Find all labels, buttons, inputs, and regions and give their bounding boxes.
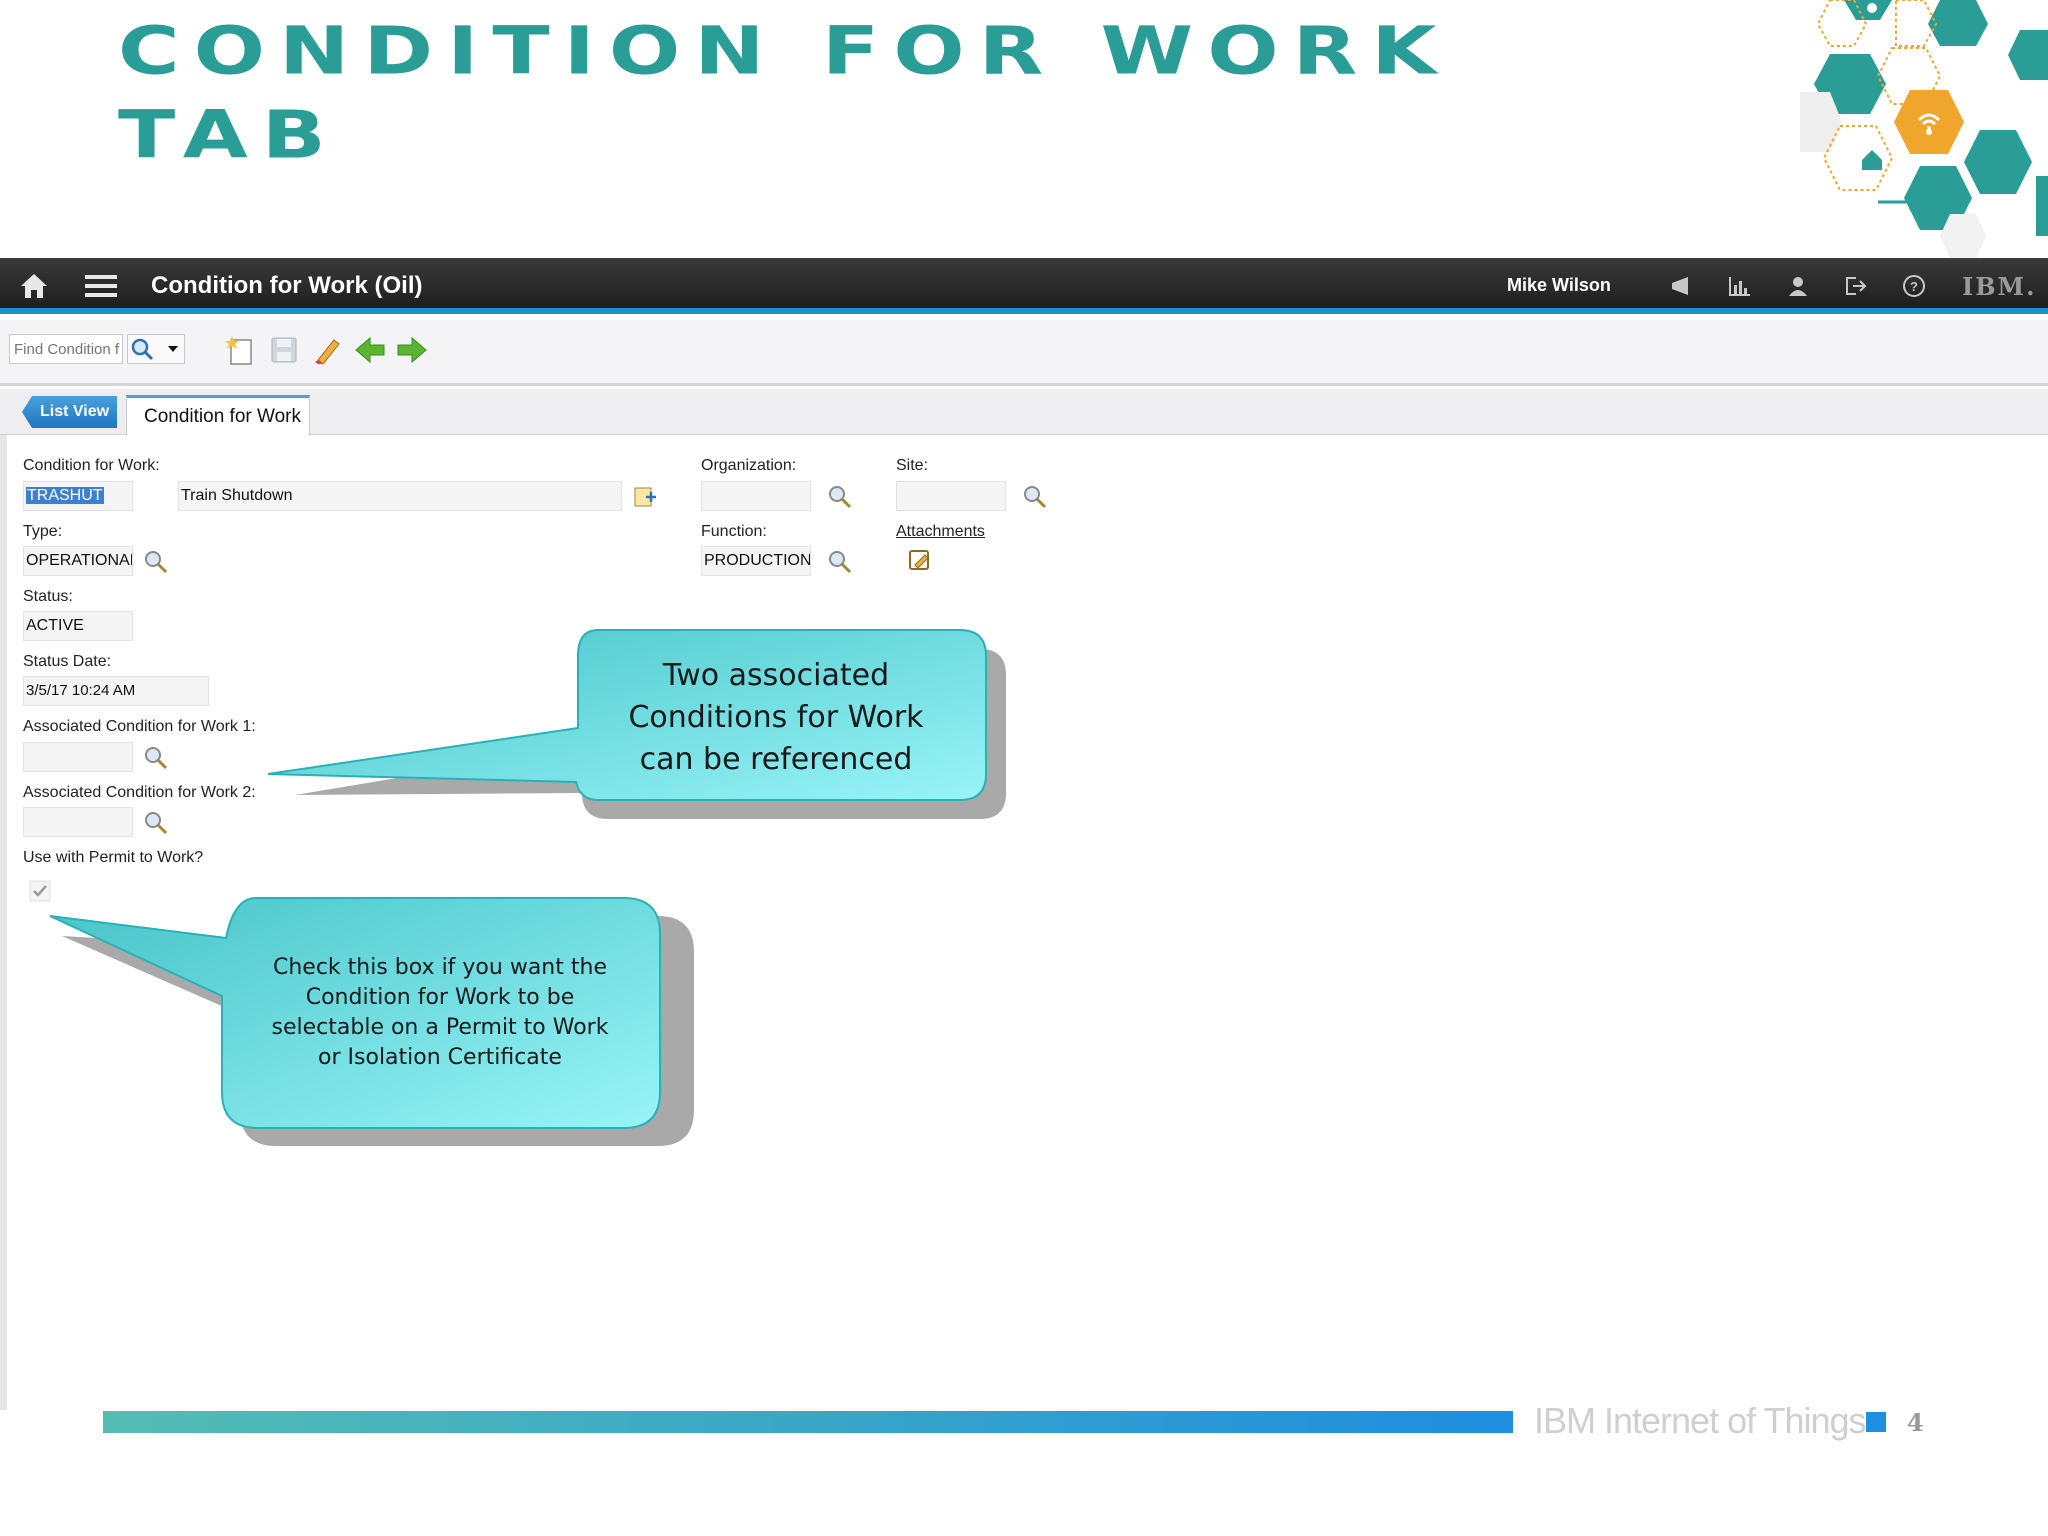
- gear-icon: [1867, 3, 1877, 13]
- slide-title-line-1: Condition for Work: [118, 12, 1451, 89]
- long-description-icon[interactable]: [632, 483, 658, 509]
- callout-2-line: selectable on a Permit to Work: [271, 1015, 609, 1040]
- site-search-icon[interactable]: [1022, 484, 1048, 510]
- organization-field[interactable]: [701, 481, 811, 511]
- callout-1-line: Two associated: [662, 658, 890, 693]
- organization-search-icon[interactable]: [827, 484, 853, 510]
- tab-list-view[interactable]: List View: [22, 396, 118, 428]
- footer-brand-text: IBM Internet of Things: [1534, 1400, 1867, 1441]
- slide-title-line-2: Tab: [118, 96, 340, 173]
- condition-description-field[interactable]: Train Shutdown: [178, 481, 622, 511]
- laptop-icon: [1984, 64, 2012, 84]
- find-condition-input[interactable]: [9, 334, 123, 364]
- find-button[interactable]: [127, 334, 185, 364]
- callout-2-line: Check this box if you want the: [273, 955, 607, 980]
- clear-changes-icon[interactable]: [312, 334, 344, 366]
- assoc-cfw-1-search-icon[interactable]: [143, 745, 169, 771]
- condition-for-work-label: Condition for Work:: [23, 457, 160, 474]
- app-header: Condition for Work (Oil) Mike Wilson ? I…: [0, 258, 2048, 314]
- reports-icon[interactable]: [1726, 270, 1754, 302]
- tab-bar: List View Condition for Work: [0, 389, 2048, 436]
- condition-for-work-form: Condition for Work: TRASHUT Train Shutdo…: [0, 435, 2048, 1410]
- permit-to-work-label: Use with Permit to Work?: [23, 849, 204, 866]
- assoc-cfw-2-search-icon[interactable]: [143, 810, 169, 836]
- search-icon: [131, 338, 178, 361]
- type-label: Type:: [23, 523, 63, 540]
- type-search-icon[interactable]: [143, 549, 169, 575]
- user-name: Mike Wilson: [1507, 275, 1611, 295]
- assoc-cfw-1-field[interactable]: [23, 742, 133, 772]
- sign-out-icon[interactable]: [1842, 270, 1870, 302]
- condition-for-work-value: TRASHUT: [26, 487, 104, 504]
- svg-text:?: ?: [1910, 279, 1918, 294]
- status-date-field[interactable]: 3/5/17 10:24 AM: [23, 676, 209, 706]
- status-label: Status:: [23, 588, 73, 605]
- slide-title: Condition for Work Tab: [118, 18, 1518, 186]
- callout-2-line: or Isolation Certificate: [318, 1045, 562, 1070]
- previous-record-icon[interactable]: [354, 334, 386, 366]
- function-search-icon[interactable]: [827, 549, 853, 575]
- page-number: 4: [1907, 1408, 1924, 1437]
- new-record-icon[interactable]: [224, 334, 256, 366]
- type-field[interactable]: OPERATIONAL: [23, 546, 133, 576]
- hexagon-decoration: [1800, 0, 2048, 258]
- attachments-icon[interactable]: [907, 547, 933, 573]
- app-title: Condition for Work (Oil): [151, 272, 423, 299]
- profile-icon[interactable]: [1784, 270, 1812, 302]
- toolbar: [0, 320, 2048, 386]
- organization-label: Organization:: [701, 457, 797, 474]
- assoc-cfw-2-label: Associated Condition for Work 2:: [23, 784, 256, 801]
- callout-1-line: can be referenced: [639, 742, 913, 777]
- house-icon: [1862, 150, 1882, 170]
- next-record-icon[interactable]: [396, 334, 428, 366]
- menu-icon[interactable]: [84, 270, 118, 302]
- bulletin-icon[interactable]: [1668, 270, 1696, 302]
- chevron-down-icon: [168, 346, 178, 352]
- footer-gradient-bar: [103, 1411, 1513, 1433]
- callout-1-line: Conditions for Work: [628, 700, 924, 735]
- callout-1-text: Two associated Conditions for Work can b…: [580, 655, 972, 781]
- assoc-cfw-1-label: Associated Condition for Work 1:: [23, 718, 256, 735]
- home-icon[interactable]: [18, 270, 50, 302]
- status-field[interactable]: ACTIVE: [23, 611, 133, 641]
- function-field[interactable]: PRODUCTION: [701, 546, 811, 576]
- status-date-label: Status Date:: [23, 653, 112, 670]
- assoc-cfw-2-field[interactable]: [23, 807, 133, 837]
- tab-condition-for-work[interactable]: Condition for Work: [126, 395, 310, 436]
- condition-for-work-field[interactable]: TRASHUT: [23, 481, 133, 511]
- site-field[interactable]: [896, 481, 1006, 511]
- attachments-link[interactable]: Attachments: [896, 523, 985, 541]
- ibm-logo: IBM.: [1962, 272, 2037, 301]
- permit-to-work-checkbox[interactable]: [29, 880, 51, 902]
- function-label: Function:: [701, 523, 767, 540]
- help-icon[interactable]: ?: [1900, 270, 1928, 302]
- site-label: Site:: [896, 457, 929, 474]
- callout-2-line: Condition for Work to be: [305, 985, 575, 1010]
- save-icon[interactable]: [268, 334, 300, 366]
- callout-2-text: Check this box if you want the Condition…: [230, 953, 650, 1073]
- footer-square: [1866, 1412, 1886, 1432]
